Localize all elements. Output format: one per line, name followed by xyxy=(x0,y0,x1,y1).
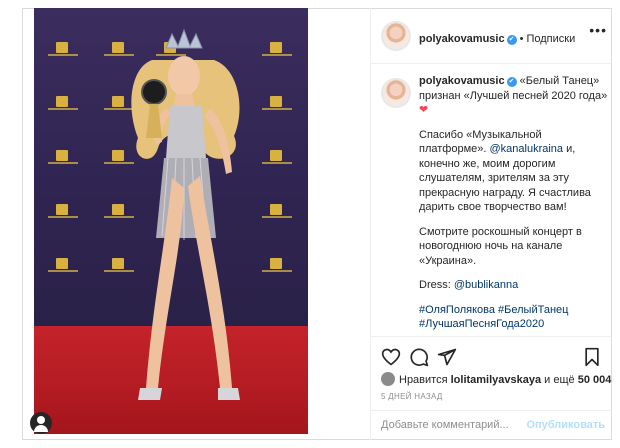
post-caption: polyakovamusic ✔ «Белый Танец» признан «Л… xyxy=(419,74,609,332)
header-username[interactable]: polyakovamusic xyxy=(419,33,505,45)
hashtag-link[interactable]: #ЛучшаяПесняГода2020 xyxy=(419,318,544,330)
liker-avatar[interactable] xyxy=(381,372,395,386)
comment-bar: Опубликовать xyxy=(371,410,613,440)
liker-username[interactable]: lolitamilyavskaya xyxy=(451,374,542,386)
red-heart-emoji-icon: ❤ xyxy=(419,104,429,116)
caption-text: Dress: xyxy=(419,279,454,291)
verified-badge-icon: ✔ xyxy=(506,77,517,87)
more-horizontal-icon[interactable]: ••• xyxy=(589,22,607,38)
performer-figure xyxy=(131,28,240,400)
tagged-user-icon[interactable] xyxy=(30,412,52,434)
likes-summary: Нравится lolitamilyavskaya и ещё 50 004 xyxy=(381,372,611,386)
post-timestamp[interactable]: 5 ДНЕЙ НАЗАД xyxy=(381,392,443,401)
hashtag-link[interactable]: #БелыйТанец xyxy=(498,304,568,316)
likes-count[interactable]: 50 004 xyxy=(578,374,612,386)
heart-icon[interactable] xyxy=(381,347,401,367)
caption-headline: polyakovamusic ✔ «Белый Танец» признан «Л… xyxy=(419,74,609,118)
caption-paragraph-2: Смотрите роскошный концерт в новогоднюю … xyxy=(419,225,582,267)
post-header: polyakovamusic ✔ • Подписки ••• xyxy=(371,8,613,64)
caption-paragraph-1: Спасибо «Музыкальной платформе». @kanalu… xyxy=(419,128,609,215)
post-photo[interactable] xyxy=(34,8,308,434)
mention-link[interactable]: @bublikanna xyxy=(454,279,518,291)
post-details-panel: polyakovamusic ✔ • Подписки ••• polyakovamu… xyxy=(370,8,613,440)
likes-prefix: Нравится xyxy=(399,374,451,386)
mention-link[interactable]: @kanalukraina xyxy=(490,143,564,155)
bookmark-icon[interactable] xyxy=(583,347,601,367)
profile-avatar[interactable] xyxy=(381,21,411,51)
caption-hashtags: #ОляПолякова #БелыйТанец #ЛучшаяПесняГод… xyxy=(419,303,609,332)
comment-icon[interactable] xyxy=(409,347,429,367)
likes-suffix: и ещё xyxy=(541,374,578,386)
following-button[interactable]: Подписки xyxy=(526,33,575,45)
separator-dot: • xyxy=(519,33,524,45)
share-icon[interactable] xyxy=(437,347,457,367)
caption-avatar[interactable] xyxy=(381,78,411,108)
caption-username[interactable]: polyakovamusic xyxy=(419,75,505,87)
verified-badge-icon: ✔ xyxy=(506,35,517,45)
publish-button[interactable]: Опубликовать xyxy=(526,419,605,431)
caption-paragraph-3: Dress: @bublikanna xyxy=(419,278,609,293)
hashtag-link[interactable]: #ОляПолякова xyxy=(419,304,495,316)
comment-input[interactable] xyxy=(381,419,541,431)
header-user-line: polyakovamusic ✔ • Подписки xyxy=(419,29,575,47)
action-bar xyxy=(371,336,613,376)
